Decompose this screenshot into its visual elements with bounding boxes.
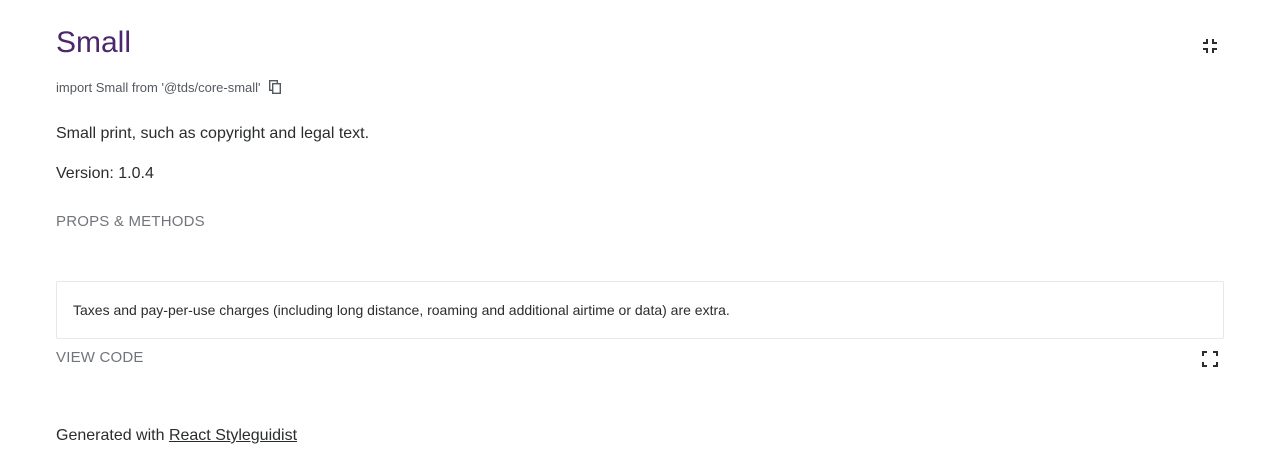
- import-statement: import Small from '@tds/core-small': [56, 78, 283, 96]
- component-version: Version: 1.0.4: [56, 165, 154, 182]
- styleguidist-link[interactable]: React Styleguidist: [169, 427, 297, 444]
- fullscreen-icon: [1202, 351, 1218, 367]
- props-methods-toggle[interactable]: PROPS & METHODS: [56, 213, 205, 230]
- copy-icon: [268, 80, 281, 94]
- component-description: Small print, such as copyright and legal…: [56, 125, 370, 142]
- fullscreen-exit-icon: [1203, 39, 1217, 53]
- component-header: Small: [56, 0, 1224, 74]
- open-isolated-button[interactable]: [1196, 348, 1224, 370]
- page-footer: Generated with React Styleguidist: [56, 427, 297, 445]
- page-title[interactable]: Small: [56, 25, 131, 61]
- view-code-toggle[interactable]: VIEW CODE: [56, 349, 144, 366]
- footer-prefix: Generated with: [56, 427, 169, 444]
- preview-small-text: Taxes and pay-per-use charges (including…: [73, 302, 730, 318]
- styleguide-page: Small import Small from '@tds/core-small…: [0, 0, 1280, 465]
- copy-import-button[interactable]: [267, 78, 283, 96]
- collapse-fullscreen-button[interactable]: [1196, 34, 1224, 58]
- example-preview: Taxes and pay-per-use charges (including…: [56, 281, 1224, 339]
- import-statement-text: import Small from '@tds/core-small': [56, 79, 261, 95]
